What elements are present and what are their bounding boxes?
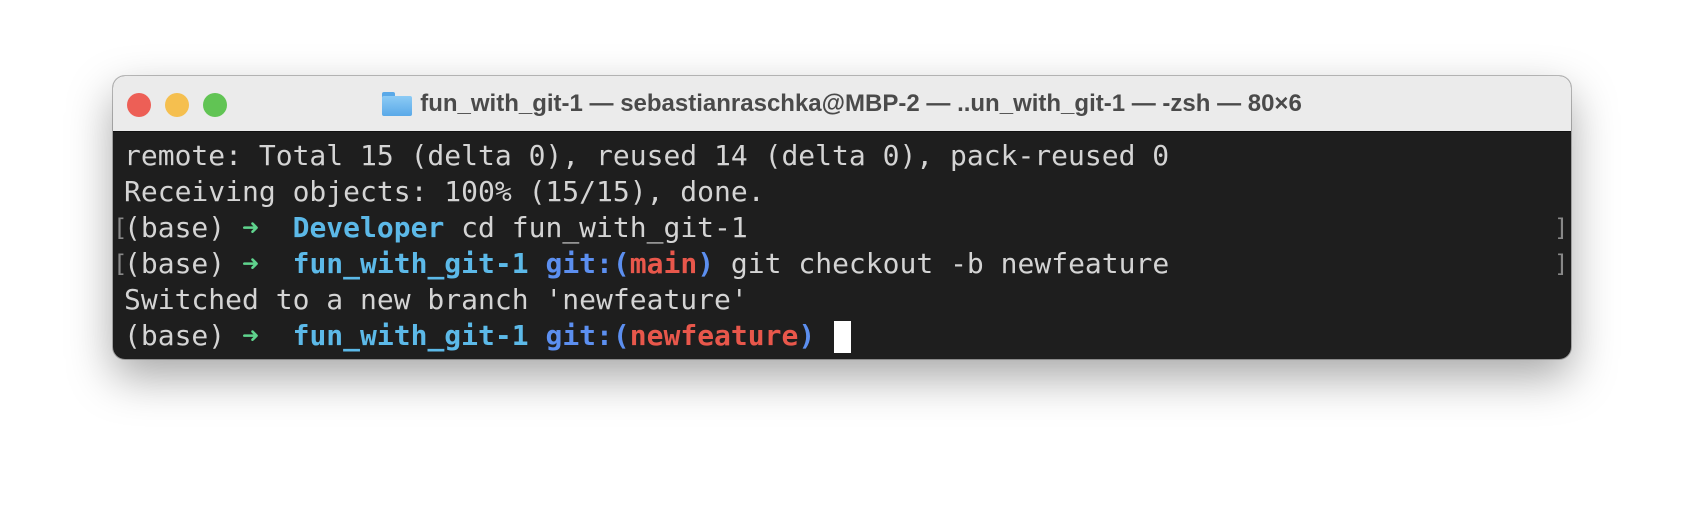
git-prefix: git:(: [545, 247, 630, 280]
text-cursor: [834, 321, 852, 353]
terminal-output[interactable]: remote: Total 15 (delta 0), reused 14 (d…: [113, 138, 1568, 354]
current-directory: Developer: [292, 211, 445, 244]
conda-env: (base): [124, 247, 243, 280]
mark-bracket: ]: [1554, 250, 1569, 278]
git-suffix: ): [697, 247, 715, 280]
prompt-line: [(base) ➜ fun_with_git-1 git:(main) git …: [113, 246, 1568, 282]
git-branch: main: [629, 247, 698, 280]
mark-bracket: [: [113, 214, 128, 242]
window-title-text: fun_with_git-1 — sebastianraschka@MBP-2 …: [420, 89, 1302, 117]
output-line: Switched to a new branch 'newfeature': [124, 283, 748, 316]
prompt-line: (base) ➜ fun_with_git-1 git:(newfeature): [124, 318, 1169, 354]
git-suffix: ): [798, 319, 816, 352]
git-branch: newfeature: [629, 319, 799, 352]
prompt-arrow-icon: ➜: [242, 247, 259, 280]
prompt-line: [(base) ➜ Developer cd fun_with_git-1]: [113, 210, 1568, 246]
prompt-arrow-icon: ➜: [242, 211, 259, 244]
conda-env: (base): [124, 319, 243, 352]
output-line: remote: Total 15 (delta 0), reused 14 (d…: [124, 139, 1170, 172]
window-title: fun_with_git-1 — sebastianraschka@MBP-2 …: [113, 76, 1571, 131]
command: cd fun_with_git-1: [444, 211, 748, 244]
mark-bracket: [: [113, 250, 128, 278]
prompt-arrow-icon: ➜: [242, 319, 259, 352]
current-directory: fun_with_git-1: [292, 247, 529, 280]
current-directory: fun_with_git-1: [292, 319, 529, 352]
git-prefix: git:(: [545, 319, 630, 352]
terminal-window: fun_with_git-1 — sebastianraschka@MBP-2 …: [113, 76, 1571, 359]
title-bar: fun_with_git-1 — sebastianraschka@MBP-2 …: [113, 76, 1571, 132]
command: git checkout -b newfeature: [714, 247, 1170, 280]
output-line: Receiving objects: 100% (15/15), done.: [124, 175, 765, 208]
conda-env: (base): [124, 211, 243, 244]
mark-bracket: ]: [1554, 214, 1569, 242]
folder-icon: [382, 91, 413, 116]
